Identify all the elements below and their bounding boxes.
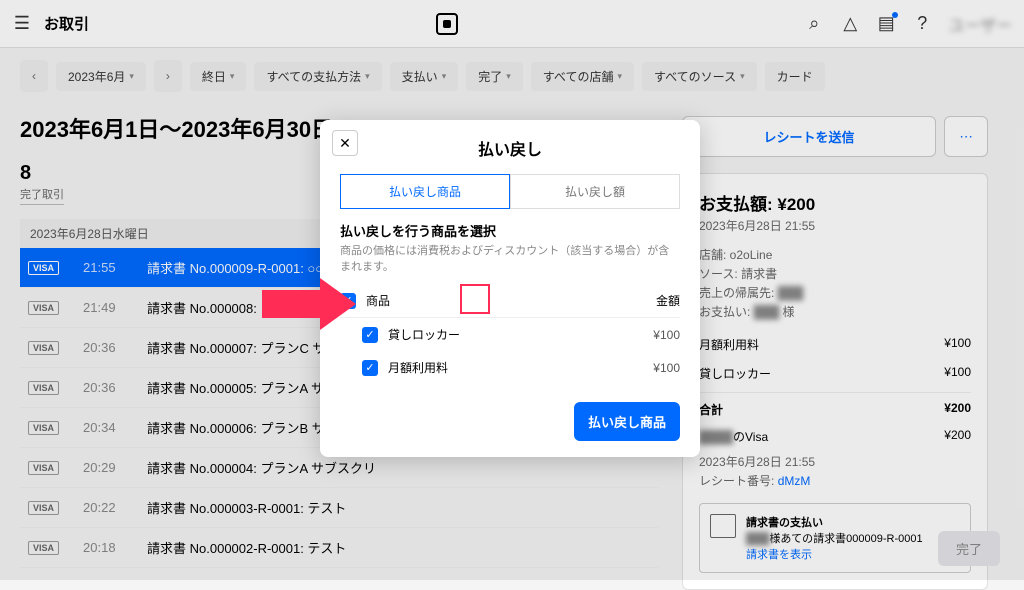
col-item: 商品 [366, 292, 390, 309]
item-checkbox[interactable]: ✓ [362, 327, 378, 343]
close-icon[interactable]: ✕ [332, 130, 358, 156]
select-all-checkbox[interactable]: ✓ [340, 293, 356, 309]
item-amount: ¥100 [653, 361, 680, 375]
tab-refund-amount[interactable]: 払い戻し額 [510, 174, 680, 209]
modal-section-title: 払い戻しを行う商品を選択 [340, 221, 680, 240]
item-label: 月額利用料 [388, 359, 448, 376]
col-amount: 金額 [656, 292, 680, 309]
refund-submit-button[interactable]: 払い戻し商品 [574, 402, 680, 441]
item-checkbox[interactable]: ✓ [362, 360, 378, 376]
refund-modal: ✕ 払い戻し 払い戻し商品 払い戻し額 払い戻しを行う商品を選択 商品の価格には… [320, 120, 700, 457]
item-label: 貸しロッカー [388, 326, 460, 343]
modal-section-sub: 商品の価格には消費税およびディスカウント（該当する場合）が含まれます。 [340, 242, 680, 274]
tab-refund-items[interactable]: 払い戻し商品 [340, 174, 510, 209]
item-amount: ¥100 [653, 328, 680, 342]
modal-title: 払い戻し [340, 136, 680, 160]
